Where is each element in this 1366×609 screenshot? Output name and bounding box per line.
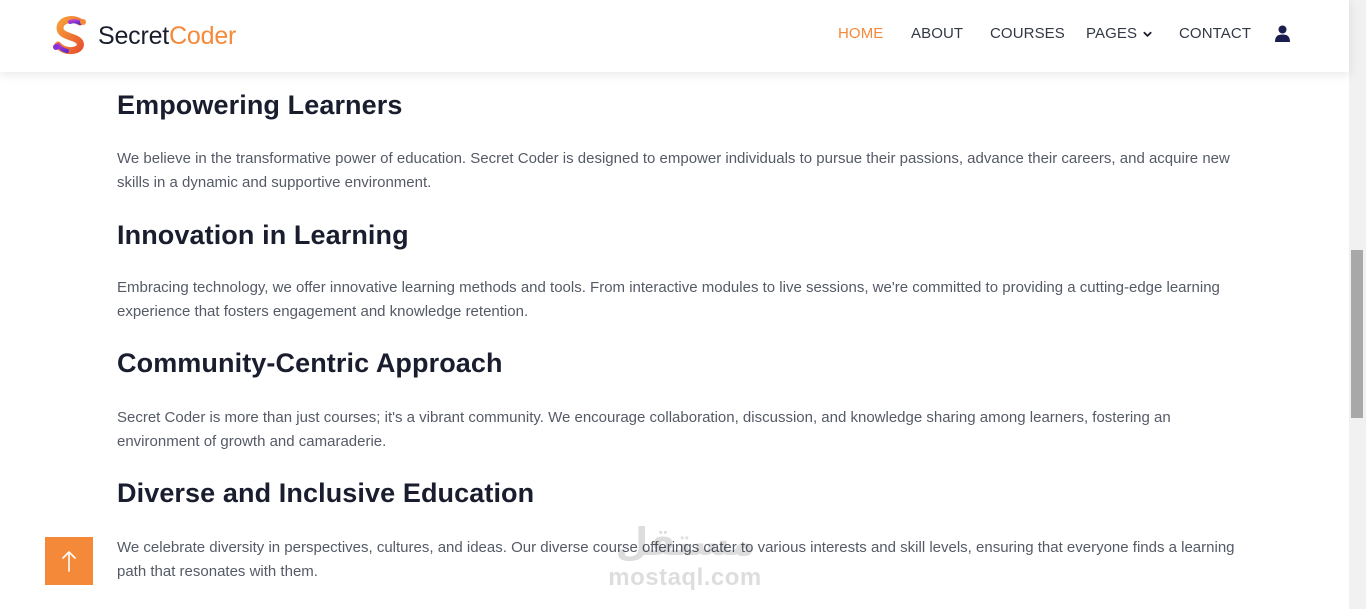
main-nav: HOME ABOUT COURSES PAGES CONTACT: [0, 0, 1349, 72]
scrollbar-thumb[interactable]: [1351, 250, 1363, 418]
section-text-innovation: Embracing technology, we offer innovativ…: [117, 279, 1220, 320]
nav-item-about[interactable]: ABOUT: [911, 25, 963, 43]
page-scrollbar[interactable]: [1349, 0, 1366, 609]
section-text-empowering-learners: We believe in the transformative power o…: [117, 150, 1230, 191]
section-text-diverse: We celebrate diversity in perspectives, …: [117, 539, 1235, 580]
section-title-innovation: Innovation in Learning: [117, 220, 409, 250]
nav-item-contact[interactable]: CONTACT: [1179, 25, 1251, 43]
nav-item-home[interactable]: HOME: [838, 25, 883, 43]
arrow-up-icon: [62, 551, 76, 572]
chevron-down-icon: [1143, 31, 1152, 37]
section-text-community: Secret Coder is more than just courses; …: [117, 409, 1171, 450]
user-icon[interactable]: [1275, 25, 1290, 42]
section-title-empowering-learners: Empowering Learners: [117, 90, 403, 120]
nav-item-pages-label: PAGES: [1086, 25, 1138, 42]
section-title-community: Community-Centric Approach: [117, 348, 503, 378]
back-to-top-button[interactable]: [45, 537, 93, 585]
nav-item-courses[interactable]: COURSES: [990, 25, 1065, 43]
nav-item-pages[interactable]: PAGES: [1086, 25, 1152, 43]
navbar: SecretCoder HOME ABOUT COURSES PAGES CON…: [0, 0, 1349, 72]
section-title-diverse: Diverse and Inclusive Education: [117, 478, 535, 508]
